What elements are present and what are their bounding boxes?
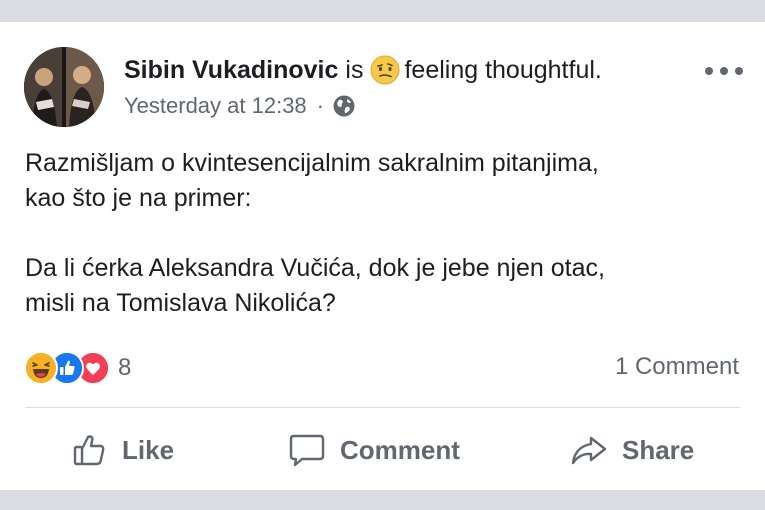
timestamp[interactable]: Yesterday at 12:38 [124, 92, 307, 120]
like-label: Like [122, 434, 175, 465]
thinking-face-emoji-icon [370, 55, 400, 85]
share-label: Share [622, 434, 695, 465]
like-button[interactable]: Like [72, 428, 174, 472]
divider [25, 407, 740, 408]
comment-bubble-icon [289, 434, 325, 467]
post-text: Razmišljam o kvintesencijalnim sakralnim… [25, 146, 745, 321]
reactions-summary[interactable]: 8 [24, 351, 131, 385]
thumbs-up-icon [73, 435, 105, 466]
post-actions: Like Comment Share [0, 428, 765, 472]
haha-icon [24, 351, 58, 385]
post-text-line: Razmišljam o kvintesencijalnim sakralnim… [25, 149, 599, 177]
is-word: is [345, 56, 364, 84]
comment-button[interactable]: Comment [288, 428, 460, 472]
bottom-separator-band [0, 490, 765, 510]
comment-label: Comment [340, 434, 460, 465]
more-options-icon[interactable] [705, 64, 743, 78]
globe-icon[interactable] [332, 94, 356, 118]
post-meta: Yesterday at 12:38 · [124, 92, 356, 120]
top-separator-band [0, 0, 765, 22]
post-text-line: kao što je na primer: [25, 184, 252, 212]
post-header: Sibin Vukadinovic is feeling thoughtful. [124, 54, 602, 86]
post-text-line: misli na Tomislava Nikolića? [25, 289, 336, 317]
author-name[interactable]: Sibin Vukadinovic [124, 54, 338, 86]
avatar[interactable] [24, 47, 104, 127]
avatar-photo [24, 47, 104, 127]
share-button[interactable]: Share [570, 428, 694, 472]
post-card: Sibin Vukadinovic is feeling thoughtful.… [0, 22, 765, 490]
meta-separator: · [316, 93, 324, 118]
comment-count[interactable]: 1 Comment [615, 353, 739, 381]
reaction-count: 8 [118, 354, 132, 381]
post-text-line: Da li ćerka Aleksandra Vučića, dok je je… [25, 254, 605, 282]
feeling-text: feeling thoughtful. [404, 56, 602, 84]
share-arrow-icon [571, 436, 607, 465]
